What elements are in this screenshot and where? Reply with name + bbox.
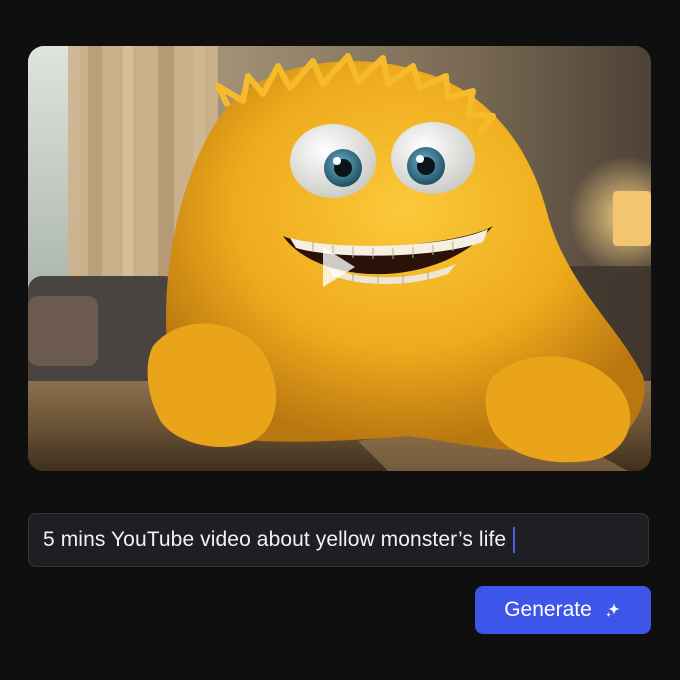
text-caret [513, 527, 516, 553]
generate-button[interactable]: Generate [475, 586, 651, 634]
prompt-text[interactable]: 5 mins YouTube video about yellow monste… [43, 528, 506, 552]
sparkle-icon [605, 603, 620, 618]
prompt-input[interactable]: 5 mins YouTube video about yellow monste… [28, 513, 649, 567]
play-icon [323, 247, 355, 287]
generate-button-label: Generate [504, 598, 592, 621]
play-button[interactable] [319, 245, 359, 289]
video-generator-app: 5 mins YouTube video about yellow monste… [0, 0, 680, 680]
video-preview[interactable] [28, 46, 651, 471]
